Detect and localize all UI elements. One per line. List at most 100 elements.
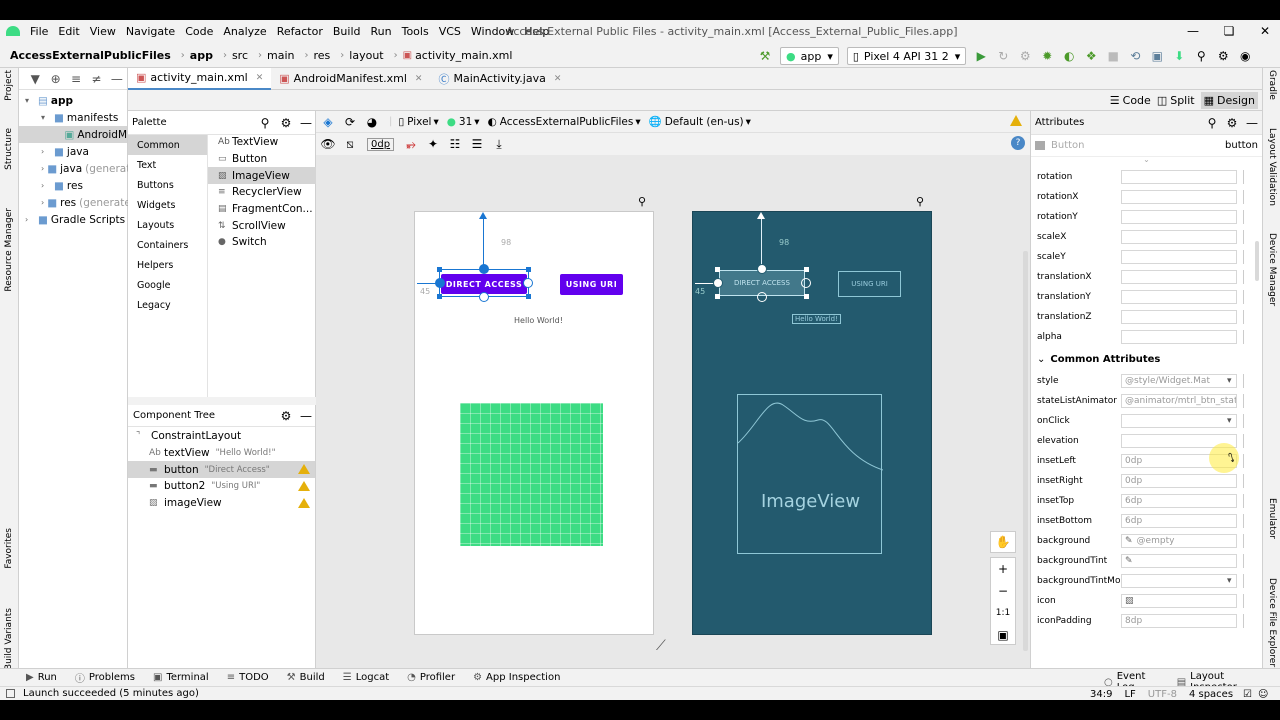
collapse-all-icon[interactable]: ≡	[69, 71, 83, 87]
resize-handle[interactable]	[715, 294, 720, 299]
component-tree-item[interactable]: ⌝ ConstraintLayout	[128, 428, 315, 445]
caret-position[interactable]: 34:9	[1090, 689, 1112, 700]
editor-tab[interactable]: ▣ activity_main.xml ✕	[128, 67, 272, 90]
palette-category[interactable]: Buttons	[128, 175, 207, 195]
debug-icon[interactable]: ✹	[1039, 48, 1055, 64]
palette-item[interactable]: ● Switch	[208, 234, 316, 251]
tool-window-emulator[interactable]: Emulator	[1267, 498, 1277, 539]
clear-constraints-icon[interactable]: ⥵	[403, 136, 419, 152]
anchor-bottom[interactable]	[757, 292, 767, 302]
editor-tab[interactable]: ▣ AndroidManifest.xml ✕	[271, 68, 430, 90]
chevron-right-icon[interactable]: ›	[41, 198, 44, 207]
warning-icon[interactable]	[1010, 115, 1022, 126]
attribute-input[interactable]: 6dp	[1121, 514, 1237, 528]
menu-build[interactable]: Build	[333, 25, 361, 38]
code-mode-button[interactable]: ☰ Code	[1110, 94, 1151, 107]
settings-icon[interactable]: ⚙	[1224, 115, 1240, 131]
palette-item[interactable]: ▨ ImageView	[208, 167, 316, 185]
attribute-input[interactable]: @style/Widget.Mat	[1121, 374, 1237, 388]
project-tree-item[interactable]: › ■ Gradle Scripts	[19, 211, 127, 228]
sdk-manager-icon[interactable]: ⬇	[1171, 48, 1187, 64]
chevron-right-icon[interactable]: ›	[41, 164, 44, 173]
menu-vcs[interactable]: VCS	[439, 25, 461, 38]
tool-window-build-variants[interactable]: Build Variants	[4, 608, 14, 670]
expand-all-icon[interactable]: ≠	[89, 71, 103, 87]
resize-handle[interactable]	[437, 267, 442, 272]
android-view-icon[interactable]: ▼	[28, 71, 42, 87]
device-select[interactable]: ▯ Pixel 4 API 31 2 ▾	[846, 47, 967, 65]
attribute-input[interactable]	[1121, 250, 1237, 264]
component-tree-item[interactable]: ▬ button "Direct Access"	[128, 461, 315, 479]
anchor-left[interactable]	[435, 278, 445, 288]
breadcrumb-item[interactable]: activity_main.xml	[415, 49, 512, 62]
anchor-bottom[interactable]	[479, 292, 489, 302]
project-tree-item[interactable]: › ■ res	[19, 177, 127, 194]
chevron-right-icon[interactable]: ›	[41, 147, 51, 156]
image-picker-icon[interactable]: ▨	[1125, 596, 1134, 606]
attribute-input[interactable]	[1121, 290, 1237, 304]
attribute-input[interactable]: ▨	[1121, 594, 1237, 608]
attribute-input[interactable]	[1121, 210, 1237, 224]
tool-app-inspection[interactable]: ⚙ App Inspection	[473, 672, 560, 683]
chevron-down-icon[interactable]: ▾	[1227, 376, 1232, 386]
design-mode-button[interactable]: ▦ Design	[1200, 91, 1258, 109]
tool-window-layout-validation[interactable]: Layout Validation	[1267, 128, 1277, 206]
line-separator[interactable]: LF	[1124, 689, 1135, 700]
design-canvas[interactable]: ◈ ⟳ ◕ | ▯ Pixel ▾ ● 31 ▾ ◐ AccessExternalPubl…	[316, 111, 1030, 668]
warning-icon[interactable]	[298, 497, 310, 508]
device-manager-icon[interactable]: ▣	[1149, 48, 1165, 64]
attribute-input[interactable]	[1121, 230, 1237, 244]
attributes-scrollbar[interactable]	[1255, 241, 1259, 281]
menu-run[interactable]: Run	[371, 25, 392, 38]
anchor-right[interactable]	[523, 278, 533, 288]
layers-icon[interactable]: ◈	[320, 114, 336, 130]
profile-icon[interactable]: ◐	[1061, 48, 1077, 64]
menu-analyze[interactable]: Analyze	[223, 25, 266, 38]
locate-icon[interactable]: ⊕	[48, 71, 62, 87]
breadcrumb-item[interactable]: app	[190, 49, 213, 62]
default-margin-input[interactable]: 0dp	[367, 137, 395, 151]
chevron-right-icon[interactable]: ›	[41, 181, 51, 190]
using-uri-button-preview[interactable]: USING URI	[560, 274, 623, 295]
attach-debugger-icon[interactable]: ❖	[1083, 48, 1099, 64]
menu-view[interactable]: View	[90, 25, 116, 38]
component-tree-item[interactable]: ▬ button2 "Using URI"	[128, 478, 315, 495]
orientation-icon[interactable]: ⟳	[342, 114, 358, 130]
tool-window-resource-manager[interactable]: Resource Manager	[4, 208, 14, 292]
run-icon[interactable]: ▶	[973, 48, 989, 64]
event-log-face-icon[interactable]: ☺	[1258, 689, 1268, 700]
tool-terminal[interactable]: ▣ Terminal	[153, 672, 209, 683]
tool-window-structure[interactable]: Structure	[4, 128, 14, 170]
menu-code[interactable]: Code	[185, 25, 213, 38]
sync-gradle-icon[interactable]: ⟲	[1127, 48, 1143, 64]
night-mode-icon[interactable]: ◕	[364, 114, 380, 130]
toggle-tool-windows-icon[interactable]	[6, 689, 15, 698]
close-tab-icon[interactable]: ✕	[415, 74, 423, 84]
search-icon[interactable]: ⚲	[1193, 48, 1209, 64]
pin-icon[interactable]: ⚲	[916, 195, 924, 208]
blueprint-surface[interactable]: 98 45 DIRECT ACCESS USING URI Hello Worl…	[692, 211, 932, 635]
hide-panel-icon[interactable]: —	[298, 408, 314, 424]
tool-todo[interactable]: ≡ TODO	[227, 672, 269, 683]
tool-window-gradle[interactable]: Gradle	[1267, 70, 1277, 100]
eye-icon[interactable]: 👁	[320, 136, 336, 152]
minimize-icon[interactable]: —	[1178, 23, 1208, 39]
anchor-top[interactable]	[757, 264, 767, 274]
breadcrumb-item[interactable]: AccessExternalPublicFiles	[10, 49, 171, 62]
hello-world-preview[interactable]: Hello World!	[514, 316, 563, 325]
palette-category[interactable]: Containers	[128, 235, 207, 255]
attribute-input[interactable]: 8dp	[1121, 614, 1237, 628]
palette-item[interactable]: ▤ FragmentCon...	[208, 201, 316, 218]
search-icon[interactable]: ⚲	[1204, 115, 1220, 131]
palette-item[interactable]: ▭ Button	[208, 151, 316, 168]
attribute-input[interactable]: 6dp	[1121, 494, 1237, 508]
expand-chevron-icon[interactable]: ⌄	[1031, 156, 1262, 167]
tool-build[interactable]: ⚒ Build	[287, 672, 325, 683]
align-icon[interactable]: ☰	[469, 136, 485, 152]
menu-file[interactable]: File	[30, 25, 48, 38]
editor-tab[interactable]: Ⓒ MainActivity.java ✕	[430, 68, 569, 90]
tool-profiler[interactable]: ◔ Profiler	[407, 672, 455, 683]
warning-icon[interactable]	[298, 464, 310, 475]
hammer-icon[interactable]: ⚒	[757, 48, 773, 64]
attribute-input[interactable]	[1121, 190, 1237, 204]
